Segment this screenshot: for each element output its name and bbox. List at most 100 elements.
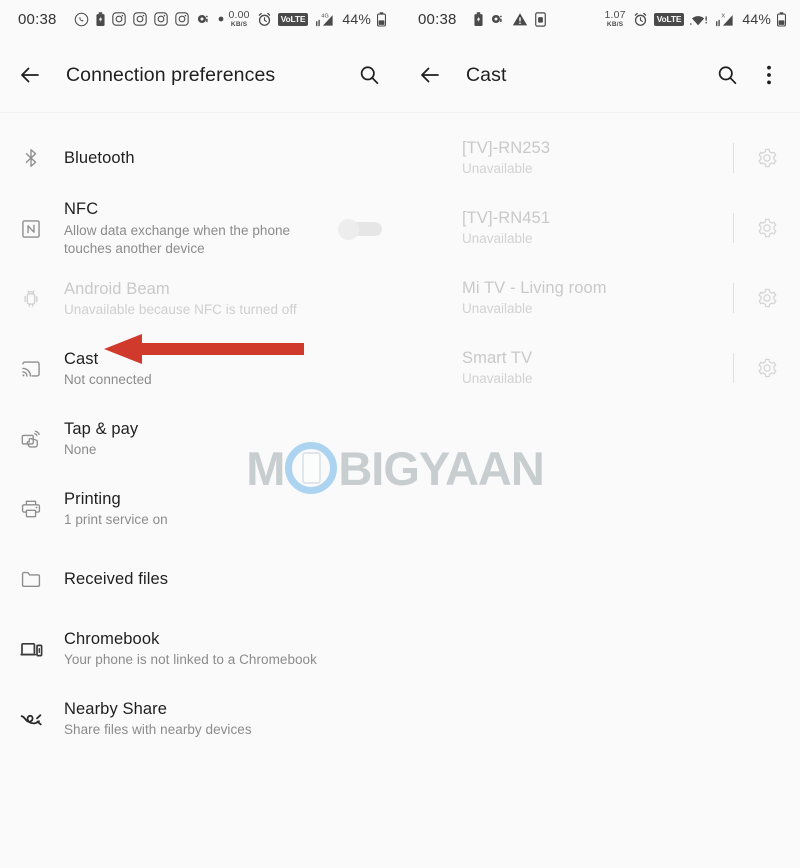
arrow-back-icon[interactable]	[16, 61, 44, 89]
android-beam-icon	[16, 284, 46, 314]
bluetooth-icon	[16, 143, 46, 173]
cast-device-status: Unavailable	[462, 161, 533, 177]
list-item-title: NFC	[64, 200, 99, 218]
whatsapp-icon	[74, 12, 89, 27]
camera-icon	[490, 13, 505, 25]
list-item-nfc[interactable]: NFC Allow data exchange when the phone t…	[0, 193, 400, 264]
list-item-title: Chromebook	[64, 629, 160, 648]
nfc-icon	[16, 214, 46, 244]
list-item-text: Chromebook Your phone is not linked to a…	[64, 629, 382, 670]
arrow-back-icon[interactable]	[416, 61, 444, 89]
page-title: Connection preferences	[66, 63, 276, 86]
list-item-received-files[interactable]: Received files	[0, 544, 400, 614]
vertical-divider	[733, 283, 734, 313]
cast-device-name: [TV]-RN253	[462, 138, 551, 157]
status-bar-right-group: 0.00 KB/S VoLTE 4G 44%	[228, 10, 386, 28]
printer-icon	[16, 494, 46, 524]
gear-icon[interactable]	[754, 355, 780, 381]
camera-icon	[196, 13, 211, 25]
status-clock: 00:38	[18, 10, 57, 28]
nfc-toggle[interactable]	[338, 218, 382, 240]
toggle-thumb	[338, 218, 359, 240]
cast-device-name: Mi TV - Living room	[462, 278, 607, 297]
battery-icon	[377, 11, 386, 27]
list-item-title: Printing	[64, 489, 121, 508]
battery-percent-label: 44%	[342, 11, 371, 27]
svg-text:4G: 4G	[322, 13, 330, 19]
app-bar-actions-left	[356, 62, 382, 88]
status-bar-left-group: 00:38	[418, 11, 604, 28]
cast-device-row[interactable]: [TV]-RN253 Unavailable	[400, 123, 800, 193]
cast-device-status: Unavailable	[462, 301, 533, 317]
list-item-text: Nearby Share Share files with nearby dev…	[64, 699, 382, 740]
status-bar-left: 00:38 0.00 KB/S VoLTE 4G 44%	[0, 0, 400, 38]
list-item-title: Received files	[64, 569, 169, 588]
instagram-icon	[174, 12, 189, 26]
svg-text:X: X	[722, 13, 726, 19]
battery-saver-icon	[95, 11, 105, 27]
list-item-title: Nearby Share	[64, 699, 168, 718]
battery-icon	[777, 11, 786, 27]
right-phone-panel: 00:38 1.07 KB/S VoLTE X 44% Cast [TV]-RN…	[400, 0, 800, 868]
list-item-subtitle: Share files with nearby devices	[64, 722, 252, 738]
list-item-title: Bluetooth	[64, 148, 135, 167]
list-item-text: Received files	[64, 569, 382, 590]
gear-icon[interactable]	[754, 285, 780, 311]
list-item-bluetooth[interactable]: Bluetooth	[0, 123, 400, 193]
signal-bars-icon: 4G	[314, 12, 334, 27]
search-icon[interactable]	[714, 62, 740, 88]
vertical-divider	[733, 143, 734, 173]
list-item-title: Cast	[64, 349, 99, 368]
cast-device-text: Smart TV Unavailable	[462, 348, 733, 389]
status-bar-left-group: 00:38	[18, 11, 228, 28]
cast-device-text: [TV]-RN253 Unavailable	[462, 138, 733, 179]
chromebook-icon	[16, 634, 46, 664]
volte-badge: VoLTE	[277, 12, 309, 26]
cast-device-row[interactable]: Smart TV Unavailable	[400, 333, 800, 403]
list-item-subtitle: Not connected	[64, 372, 152, 388]
battery-saver-icon	[473, 11, 483, 27]
list-item-android-beam: Android Beam Unavailable because NFC is …	[0, 264, 400, 334]
list-item-text: Tap & pay None	[64, 419, 382, 460]
list-item-text: Android Beam Unavailable because NFC is …	[64, 279, 382, 320]
list-item-title: Android Beam	[64, 279, 170, 298]
page-title: Cast	[466, 63, 507, 86]
list-item-text: Cast Not connected	[64, 349, 382, 390]
wifi-alert-icon	[690, 12, 708, 27]
data-rate-value: 0.00	[228, 9, 250, 21]
list-item-subtitle: None	[64, 442, 97, 458]
cast-device-text: Mi TV - Living room Unavailable	[462, 278, 733, 319]
cast-device-row[interactable]: [TV]-RN451 Unavailable	[400, 193, 800, 263]
gear-icon[interactable]	[754, 145, 780, 171]
instagram-icon	[153, 12, 168, 26]
list-item-text: Bluetooth	[64, 148, 382, 169]
list-item-tap-and-pay[interactable]: Tap & pay None	[0, 404, 400, 474]
connection-preferences-list: Bluetooth NFC Allow data exchange when t…	[0, 113, 400, 754]
status-bar-right-group: 1.07 KB/S VoLTE X 44%	[604, 10, 786, 28]
warning-icon	[512, 12, 528, 27]
list-item-nearby-share[interactable]: Nearby Share Share files with nearby dev…	[0, 684, 400, 754]
status-bar-right: 00:38 1.07 KB/S VoLTE X 44%	[400, 0, 800, 38]
cast-device-row[interactable]: Mi TV - Living room Unavailable	[400, 263, 800, 333]
app-bar-left: Connection preferences	[0, 38, 400, 113]
dot-icon	[218, 16, 224, 22]
list-item-title: Tap & pay	[64, 419, 139, 438]
list-item-text: NFC Allow data exchange when the phone t…	[64, 199, 328, 258]
cast-device-status: Unavailable	[462, 231, 533, 247]
search-icon[interactable]	[356, 62, 382, 88]
list-item-chromebook[interactable]: Chromebook Your phone is not linked to a…	[0, 614, 400, 684]
data-rate-value: 1.07	[604, 9, 626, 21]
list-item-printing[interactable]: Printing 1 print service on	[0, 474, 400, 544]
gear-icon[interactable]	[754, 215, 780, 241]
list-item-cast[interactable]: Cast Not connected	[0, 334, 400, 404]
more-vert-icon[interactable]	[756, 62, 782, 88]
data-rate-indicator: 1.07 KB/S	[604, 10, 625, 28]
list-item-subtitle: 1 print service on	[64, 512, 168, 528]
alarm-icon	[257, 12, 272, 27]
cast-device-name: Smart TV	[462, 348, 533, 367]
screenshot-root: 00:38 0.00 KB/S VoLTE 4G 44% Connection …	[0, 0, 800, 868]
volte-badge: VoLTE	[653, 12, 685, 26]
app-bar-right: Cast	[400, 38, 800, 113]
sim-icon	[534, 11, 546, 27]
nearby-share-icon	[16, 704, 46, 734]
